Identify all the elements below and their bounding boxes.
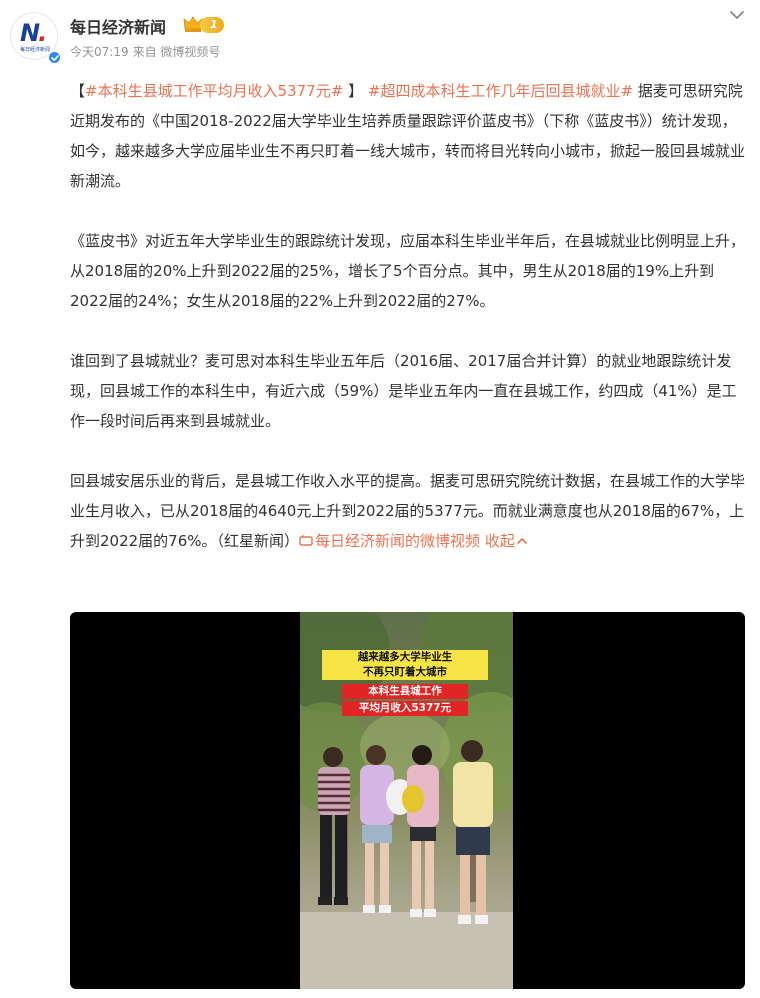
person-figure	[318, 740, 493, 924]
video-caption: 平均月收入5377元	[342, 701, 468, 716]
hashtag-link[interactable]: #本科生县城工作平均月收入5377元#	[85, 82, 343, 100]
paragraph-4: 回县城安居乐业的背后，是县城工作收入水平的提高。据麦可思研究院统计数据，在县城工…	[70, 466, 748, 556]
video-link-label[interactable]: 每日经济新闻的微博视频	[315, 532, 480, 550]
video-link[interactable]: 每日经济新闻的微博视频	[299, 532, 480, 550]
post-body: 【#本科生县城工作平均月收入5377元# 】 #超四成本科生工作几年后回县城就业…	[70, 76, 748, 586]
level-badge[interactable]: 1	[200, 17, 224, 33]
chevron-up-icon	[517, 538, 527, 544]
chevron-down-icon[interactable]	[728, 8, 746, 22]
verified-icon	[47, 50, 62, 65]
post-source[interactable]: 来自 微博视频号	[133, 45, 221, 59]
paragraph-3: 谁回到了县城就业？麦可思对本科生毕业五年后（2016届、2017届合并计算）的就…	[70, 352, 737, 430]
hashtag-link[interactable]: #超四成本科生工作几年后回县城就业#	[368, 82, 633, 100]
video-caption: 不再只盯着大城市	[322, 665, 488, 680]
paragraph-2: 《蓝皮书》对近五年大学毕业生的跟踪统计发现，应届本科生毕业半年后，在县城就业比例…	[70, 232, 746, 310]
video-thumbnail: 越来越多大学毕业生 不再只盯着大城市 本科生县城工作 平均月收入5377元	[300, 612, 513, 989]
post-time[interactable]: 今天07:19	[70, 45, 129, 59]
video-icon	[299, 535, 313, 546]
video-player[interactable]: 越来越多大学毕业生 不再只盯着大城市 本科生县城工作 平均月收入5377元	[70, 612, 745, 989]
post-meta: 今天07:19 来自 微博视频号	[70, 43, 220, 60]
logo-icon: N.	[20, 19, 47, 47]
paragraph-1: 【#本科生县城工作平均月收入5377元# 】 #超四成本科生工作几年后回县城就业…	[70, 76, 748, 196]
collapse-label[interactable]: 收起	[485, 532, 515, 550]
collapse-button[interactable]: 收起	[485, 532, 528, 550]
author-name[interactable]: 每日经济新闻	[70, 14, 166, 38]
bracket-open: 【	[70, 82, 86, 100]
video-caption: 本科生县城工作	[342, 684, 468, 699]
avatar[interactable]: N. 每日经济新闻	[10, 12, 62, 65]
video-caption: 越来越多大学毕业生	[322, 650, 488, 665]
bracket-close: 】	[343, 82, 364, 100]
